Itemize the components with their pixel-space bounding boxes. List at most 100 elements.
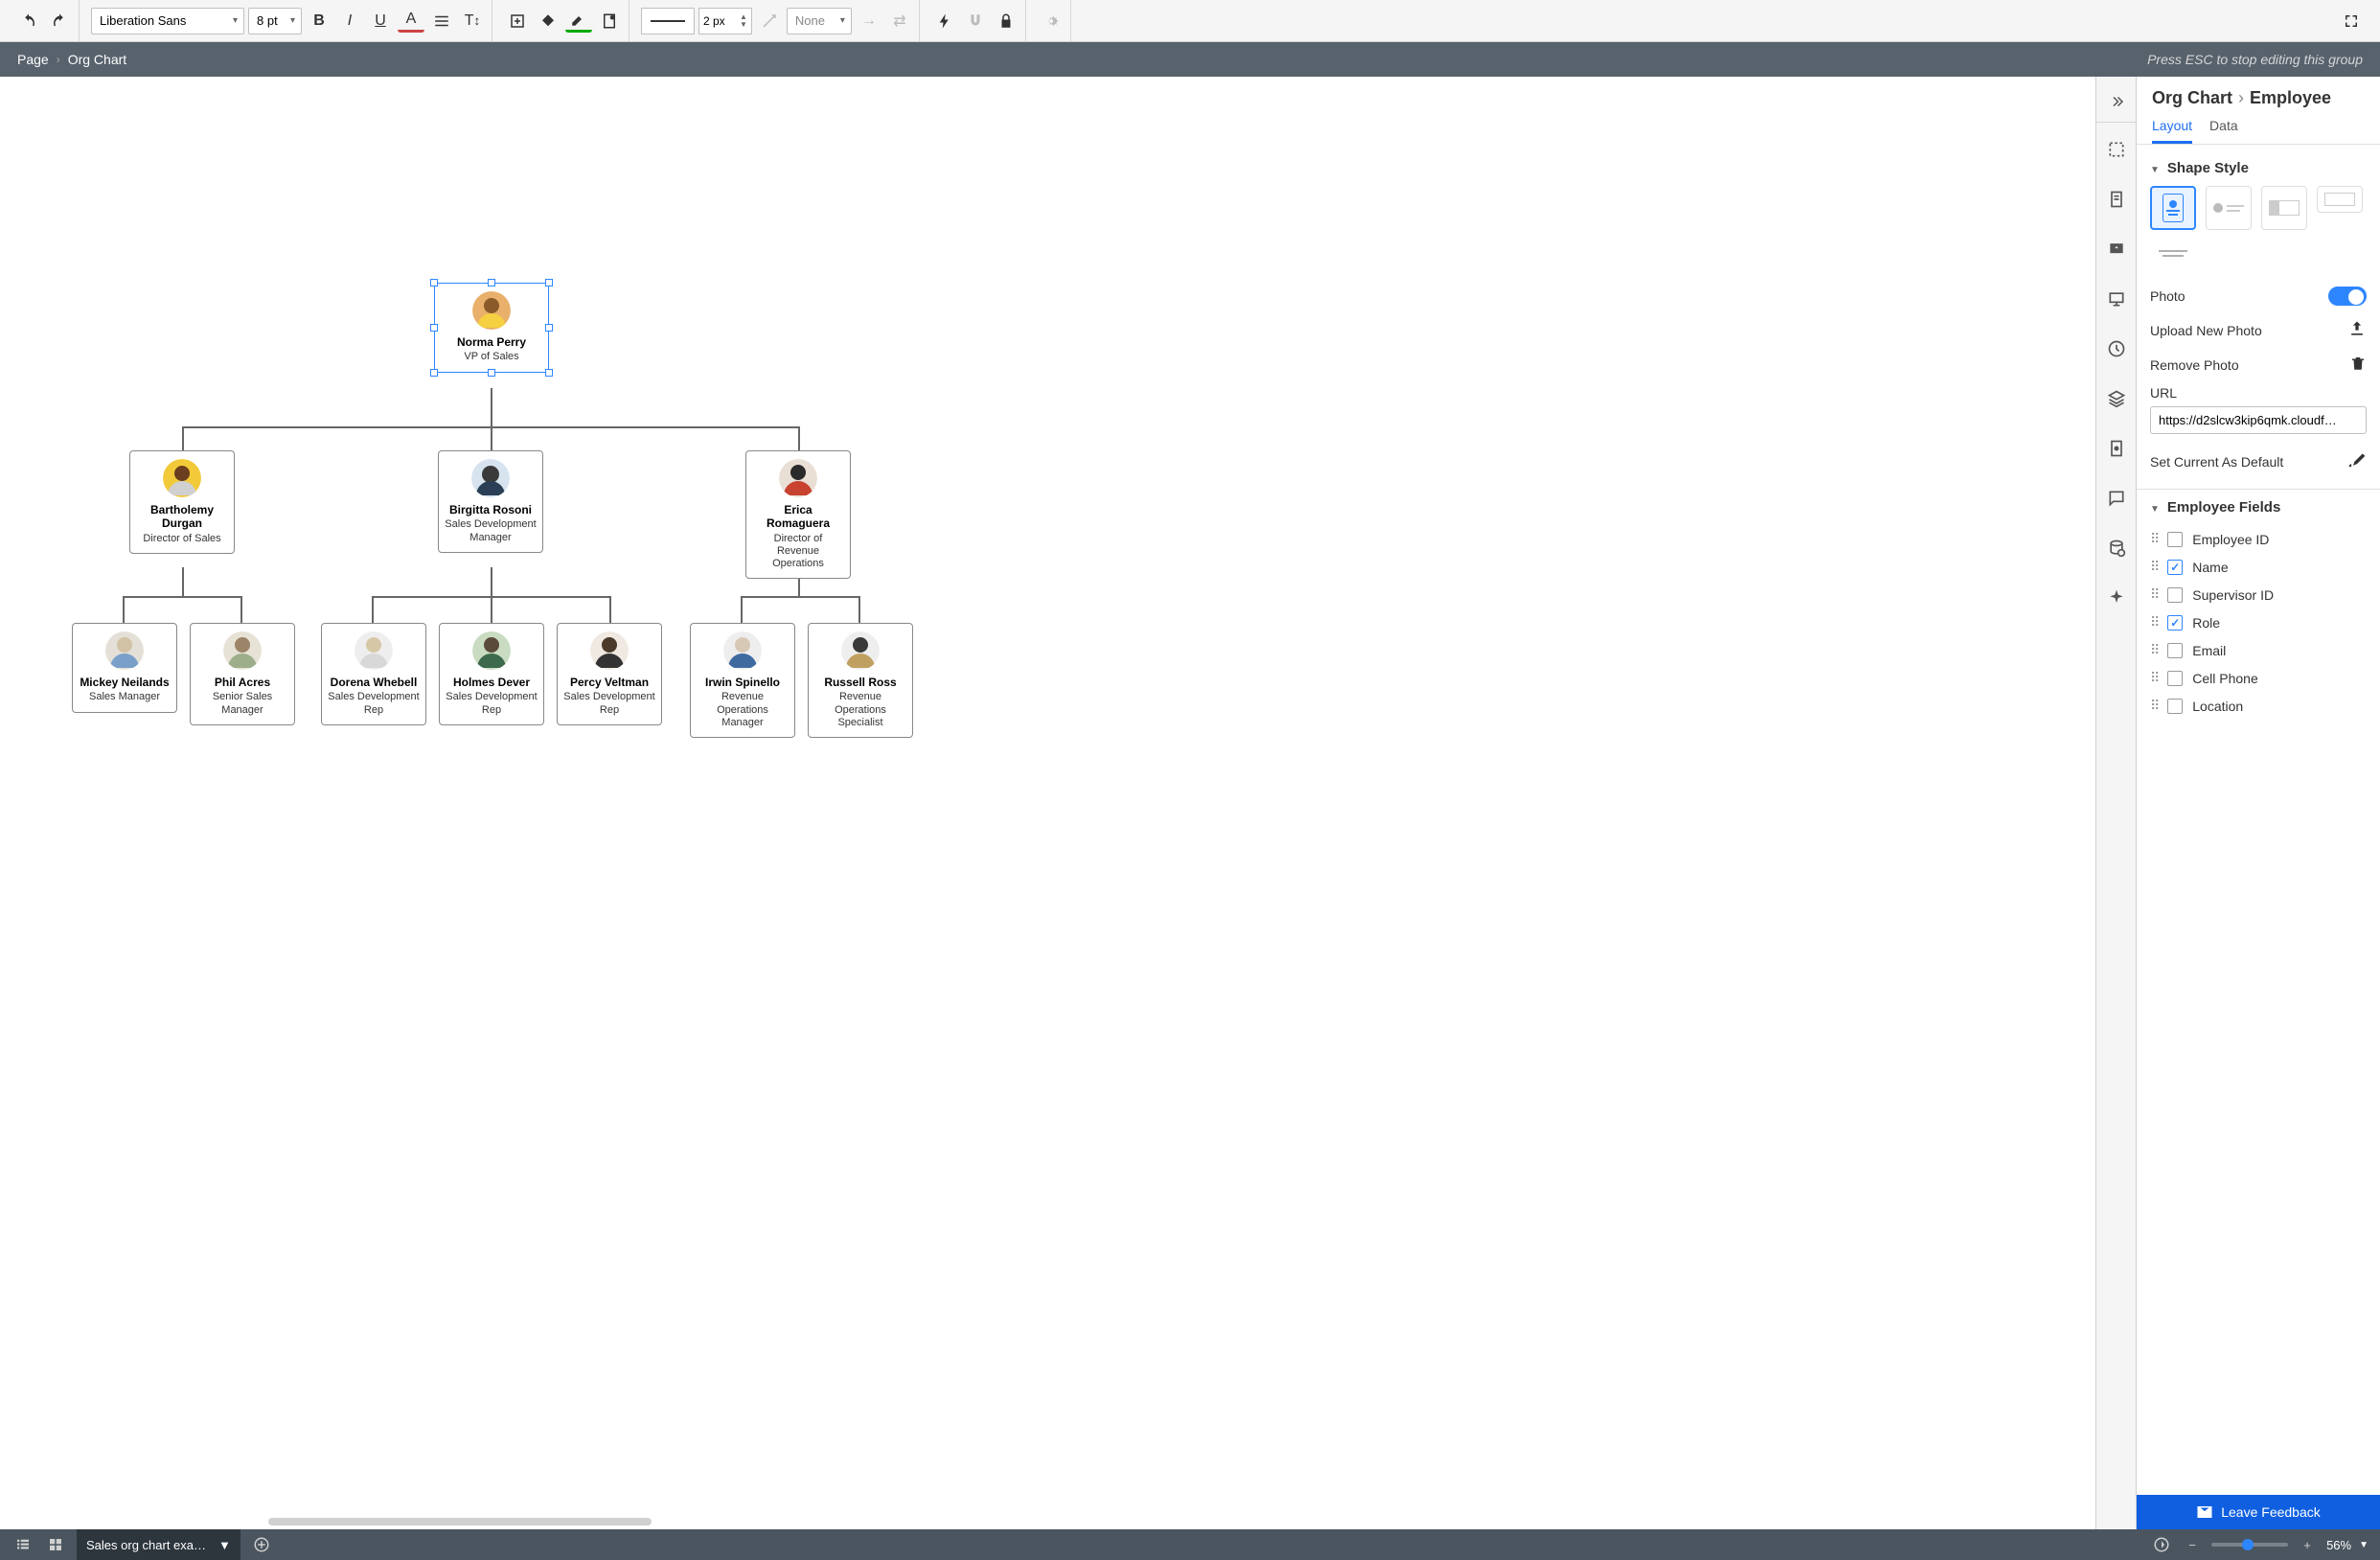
italic-button[interactable]: I — [336, 8, 363, 34]
field-checkbox[interactable] — [2167, 532, 2183, 547]
underline-button[interactable]: U — [367, 8, 394, 34]
org-card[interactable]: Phil Acres Senior Sales Manager — [190, 623, 295, 725]
org-card[interactable]: Holmes Dever Sales Development Rep — [439, 623, 544, 725]
line-style-select[interactable] — [641, 8, 695, 34]
canvas[interactable]: Norma Perry VP of Sales Bartholemy Durga… — [0, 77, 2095, 1529]
shape-style-option-4[interactable] — [2317, 186, 2363, 213]
font-size-select[interactable]: 8 pt — [248, 8, 302, 34]
drag-handle-icon[interactable]: ⠿ — [2150, 670, 2158, 686]
org-card[interactable]: Dorena Whebell Sales Development Rep — [321, 623, 426, 725]
photo-toggle[interactable] — [2328, 287, 2367, 306]
field-row: ⠿ Name — [2150, 553, 2367, 581]
zoom-in-button[interactable]: + — [2296, 1533, 2319, 1556]
fill-color-button[interactable] — [535, 8, 561, 34]
drag-handle-icon[interactable]: ⠿ — [2150, 698, 2158, 714]
shape-style-option-3[interactable] — [2261, 186, 2307, 230]
rail-present-icon[interactable] — [2100, 276, 2133, 322]
panel-crumb-leaf[interactable]: Employee — [2250, 88, 2331, 108]
org-card[interactable]: Bartholemy Durgan Director of Sales — [129, 450, 235, 554]
actions-button[interactable] — [931, 8, 958, 34]
org-card[interactable]: Percy Veltman Sales Development Rep — [557, 623, 662, 725]
set-default-label: Set Current As Default — [2150, 454, 2283, 470]
photo-label: Photo — [2150, 288, 2185, 304]
drag-handle-icon[interactable]: ⠿ — [2150, 559, 2158, 575]
org-card-root[interactable]: Norma Perry VP of Sales — [434, 283, 549, 373]
effects-button[interactable] — [596, 8, 623, 34]
lock-button[interactable] — [993, 8, 1019, 34]
stroke-width-spinner[interactable]: ▲▼ — [698, 8, 752, 34]
rail-comment-icon[interactable]: ❝ — [2100, 226, 2133, 272]
card-role: Sales Development Rep — [563, 691, 655, 716]
bold-button[interactable]: B — [306, 8, 332, 34]
rail-data-icon[interactable] — [2100, 525, 2133, 571]
field-checkbox[interactable] — [2167, 671, 2183, 686]
org-card[interactable]: Mickey Neilands Sales Manager — [72, 623, 177, 713]
shape-style-option-2[interactable] — [2206, 186, 2252, 230]
rail-layers-icon[interactable] — [2100, 376, 2133, 422]
avatar — [105, 631, 144, 670]
shape-style-option-5[interactable] — [2150, 240, 2196, 266]
drag-handle-icon[interactable]: ⠿ — [2150, 586, 2158, 603]
magnet-button[interactable] — [962, 8, 989, 34]
undo-button[interactable] — [15, 8, 42, 34]
page-tab[interactable]: Sales org chart exam… ▼ — [77, 1529, 240, 1560]
paint-icon[interactable] — [2347, 450, 2367, 472]
arrow-end-icon[interactable]: → — [856, 8, 882, 34]
page-name: Sales org chart exam… — [86, 1538, 211, 1552]
stroke-width-input[interactable] — [699, 14, 736, 28]
settings-button[interactable] — [1038, 8, 1064, 34]
zoom-slider[interactable] — [2211, 1543, 2288, 1547]
zoom-level[interactable]: 56% — [2326, 1538, 2351, 1552]
list-view-icon[interactable] — [11, 1533, 34, 1556]
grid-view-icon[interactable] — [44, 1533, 67, 1556]
text-rotate-button[interactable]: T↕ — [459, 8, 486, 34]
arrow-start-select[interactable]: None — [787, 8, 852, 34]
trash-icon[interactable] — [2349, 355, 2367, 375]
collapse-panel-button[interactable] — [2096, 80, 2136, 123]
field-checkbox[interactable] — [2167, 643, 2183, 658]
field-checkbox[interactable] — [2167, 699, 2183, 714]
rail-page-icon[interactable] — [2100, 176, 2133, 222]
card-name: Dorena Whebell — [328, 676, 420, 689]
tab-data[interactable]: Data — [2209, 118, 2238, 144]
panel-crumb-root[interactable]: Org Chart — [2152, 88, 2232, 108]
tab-layout[interactable]: Layout — [2152, 118, 2192, 144]
chevron-down-icon[interactable]: ▼ — [2359, 1540, 2369, 1550]
org-card[interactable]: Birgitta Rosoni Sales Development Manage… — [438, 450, 543, 553]
rail-select-icon[interactable] — [2100, 126, 2133, 172]
text-color-button[interactable]: A — [398, 10, 424, 33]
org-card[interactable]: Erica Romaguera Director of Revenue Oper… — [745, 450, 851, 579]
text-align-button[interactable] — [428, 8, 455, 34]
line-shape-button[interactable] — [756, 8, 783, 34]
org-card[interactable]: Russell Ross Revenue Operations Speciali… — [808, 623, 913, 738]
stroke-color-button[interactable] — [565, 10, 592, 33]
field-checkbox[interactable] — [2167, 587, 2183, 603]
field-checkbox[interactable] — [2167, 615, 2183, 631]
drag-handle-icon[interactable]: ⠿ — [2150, 531, 2158, 547]
redo-button[interactable] — [46, 8, 73, 34]
horizontal-scrollbar[interactable] — [268, 1518, 652, 1526]
section-employee-fields[interactable]: Employee Fields — [2150, 499, 2367, 516]
section-shape-style[interactable]: Shape Style — [2150, 160, 2367, 176]
rail-history-icon[interactable] — [2100, 326, 2133, 372]
drag-handle-icon[interactable]: ⠿ — [2150, 614, 2158, 631]
breadcrumb-current[interactable]: Org Chart — [68, 52, 126, 67]
org-card[interactable]: Irwin Spinello Revenue Operations Manage… — [690, 623, 795, 738]
font-family-select[interactable]: Liberation Sans — [91, 8, 244, 34]
drag-handle-icon[interactable]: ⠿ — [2150, 642, 2158, 658]
leave-feedback-button[interactable]: Leave Feedback — [2137, 1495, 2380, 1529]
field-checkbox[interactable] — [2167, 560, 2183, 575]
rail-chat-icon[interactable] — [2100, 475, 2133, 521]
zoom-out-button[interactable]: − — [2181, 1533, 2204, 1556]
breadcrumb-root[interactable]: Page — [17, 52, 49, 67]
presentation-mode-icon[interactable] — [2150, 1533, 2173, 1556]
rail-sparkle-icon[interactable] — [2100, 575, 2133, 621]
upload-icon[interactable] — [2347, 319, 2367, 341]
url-input[interactable] — [2150, 406, 2367, 434]
add-page-button[interactable] — [250, 1533, 273, 1556]
fullscreen-button[interactable] — [2338, 8, 2365, 34]
rail-doc-icon[interactable] — [2100, 425, 2133, 471]
shape-insert-button[interactable] — [504, 8, 531, 34]
shape-style-option-1[interactable] — [2150, 186, 2196, 230]
swap-arrows-button[interactable]: ⇄ — [886, 8, 913, 34]
